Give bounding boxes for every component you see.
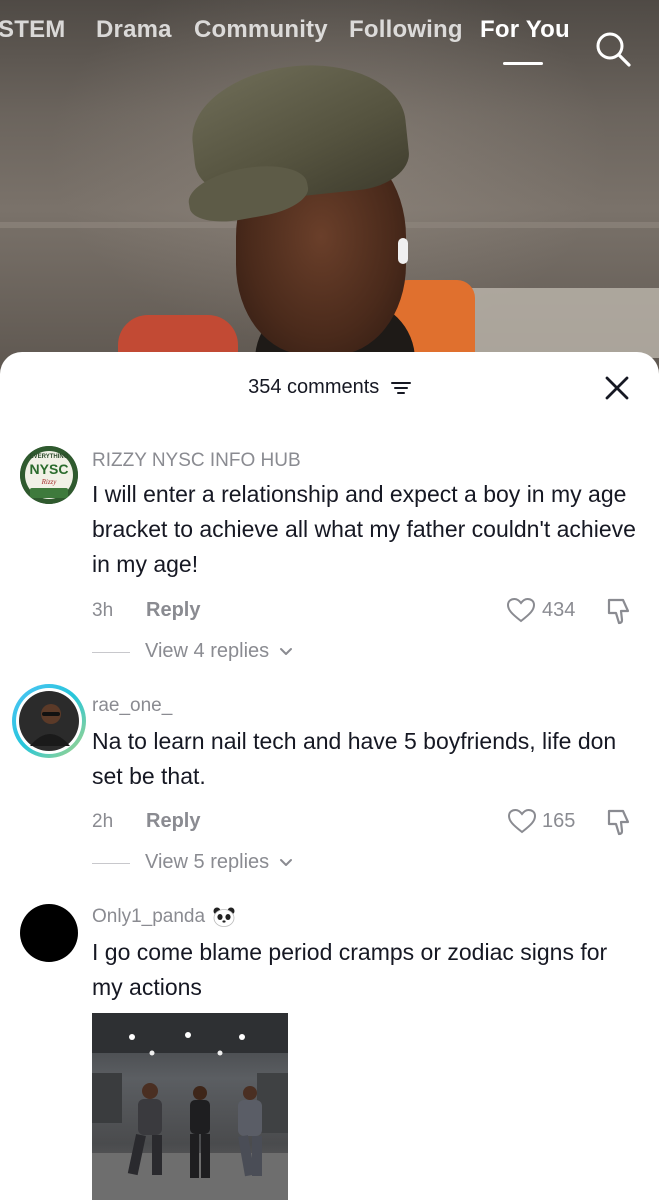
comment-text: Na to learn nail tech and have 5 boyfrie… [92, 728, 617, 789]
video-cabinet [470, 288, 659, 358]
comment-video-thumbnail[interactable] [92, 1013, 288, 1200]
comment-time: 3h [92, 600, 114, 621]
tab-community[interactable]: Community [194, 16, 328, 44]
like-count: 165 [542, 810, 576, 832]
view-replies-label: View 4 replies [145, 640, 270, 662]
avatar-text-everything: EVERYTHING [30, 454, 69, 460]
avatar-rizzy-nysc: EVERYTHING NYSC Rizzy [20, 446, 78, 504]
reply-button[interactable]: Reply [146, 599, 200, 622]
comments-count[interactable]: 354 comments [0, 376, 659, 399]
comment-text: I will enter a relationship and expect a… [92, 481, 636, 577]
heart-icon[interactable] [507, 808, 537, 834]
avatar-text-rizzy: Rizzy [41, 478, 58, 486]
close-icon[interactable] [603, 374, 631, 402]
top-navigation: STEM Drama Community Following For You [0, 16, 659, 67]
video-player[interactable]: STEM Drama Community Following For You [0, 0, 659, 380]
tab-stem[interactable]: STEM [0, 16, 65, 44]
heart-icon[interactable] [506, 597, 536, 623]
view-replies-button[interactable]: View 4 replies [145, 640, 293, 663]
search-icon[interactable] [594, 30, 632, 68]
chevron-down-icon [279, 647, 292, 655]
avatar[interactable] [12, 684, 86, 758]
avatar-rae-one [16, 688, 82, 754]
avatar-text-nysc: NYSC [30, 461, 69, 477]
comments-header: 354 comments [0, 352, 659, 418]
comment-username[interactable]: rae_one_ [92, 695, 172, 717]
video-earphone [398, 238, 408, 264]
view-replies-button[interactable]: View 5 replies [145, 851, 293, 874]
comment-time: 2h [92, 811, 114, 832]
dislike-icon[interactable] [606, 807, 632, 837]
avatar[interactable]: EVERYTHING NYSC Rizzy [20, 446, 78, 504]
avatar[interactable] [20, 904, 78, 962]
thumbnail-dancers-image [92, 1013, 288, 1200]
comment-username-text: Only1_panda [92, 906, 206, 927]
reply-button[interactable]: Reply [146, 810, 200, 833]
tab-drama[interactable]: Drama [96, 16, 172, 44]
comment-username[interactable]: Only1_panda [92, 906, 236, 928]
panda-emoji-icon [213, 907, 235, 927]
sort-filter-icon[interactable] [390, 380, 411, 396]
active-tab-indicator [503, 62, 543, 65]
comments-count-label: 354 comments [248, 376, 380, 398]
dislike-icon[interactable] [606, 596, 632, 626]
view-replies-label: View 5 replies [145, 851, 270, 873]
replies-divider [92, 652, 130, 653]
chevron-down-icon [279, 858, 292, 866]
comment-text: I go come blame period cramps or zodiac … [92, 939, 608, 1000]
replies-divider [92, 863, 130, 864]
like-count: 434 [542, 599, 576, 621]
tab-for-you[interactable]: For You [480, 16, 570, 44]
comment-username[interactable]: RIZZY NYSC INFO HUB [92, 450, 301, 472]
tab-following[interactable]: Following [349, 16, 463, 44]
